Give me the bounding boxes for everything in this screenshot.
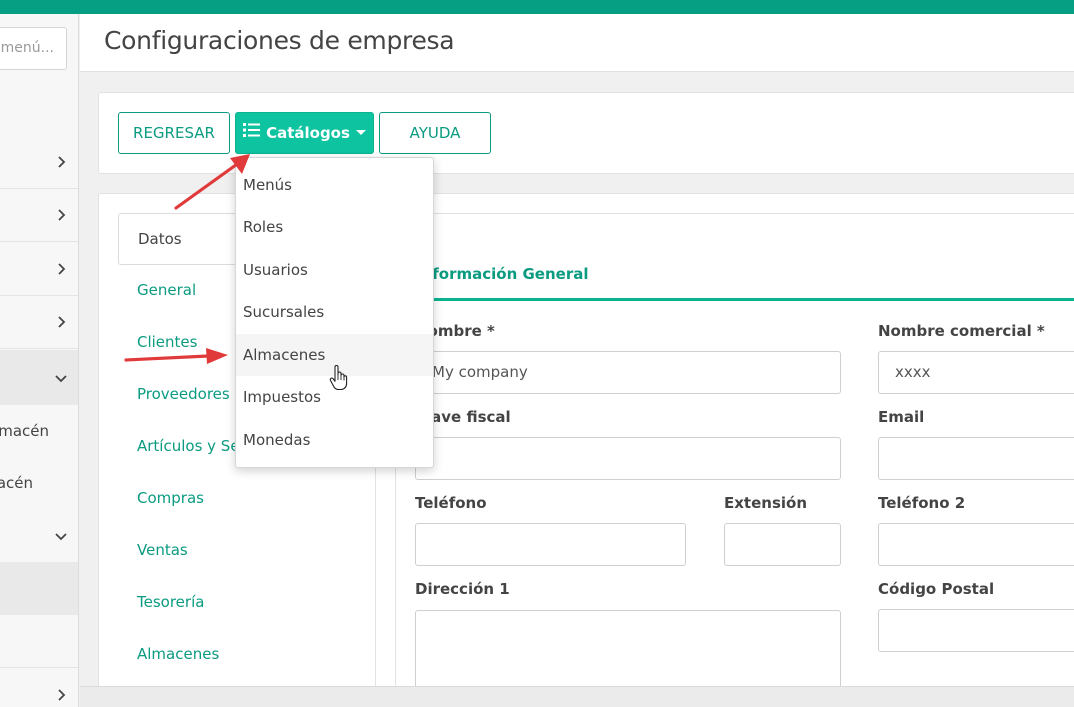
telefono-label: Teléfono [415,494,487,512]
sidebar-subitem-1[interactable]: macén [0,405,78,457]
sidebar-item-7[interactable] [0,668,78,707]
tab-articulos[interactable]: Artículos y Se [137,437,240,455]
direccion1-label: Dirección 1 [415,580,510,598]
extension-label: Extensión [724,494,807,512]
sidebar-item-6[interactable] [0,615,78,668]
tab-compras[interactable]: Compras [137,489,204,507]
bottom-bar [80,686,1074,707]
page-title: Configuraciones de empresa [104,26,455,55]
sidebar-item-selected[interactable] [0,562,78,615]
sidebar-item-1[interactable] [0,136,78,189]
caret-down-icon [355,130,366,135]
tab-ventas[interactable]: Ventas [137,541,188,559]
list-icon [243,112,261,152]
codigo-postal-label: Código Postal [878,580,995,598]
chevron-right-icon [55,316,67,328]
sidebar-item-expanded[interactable] [0,350,78,405]
nombre-comercial-label: Nombre comercial * [878,322,1045,340]
email-label: Email [878,408,925,426]
sidebar-item-5[interactable] [0,509,78,562]
sidebar-item-3[interactable] [0,243,78,296]
section-title: Información General [416,265,589,283]
tab-almacenes[interactable]: Almacenes [137,645,219,663]
nombre-input[interactable]: My company [415,351,841,394]
top-accent-bar [0,0,1074,14]
dropdown-item-usuarios[interactable]: Usuarios [236,249,433,291]
chevron-down-icon [55,530,67,542]
dropdown-item-roles[interactable]: Roles [236,206,433,248]
chevron-down-icon [55,372,67,384]
chevron-right-icon [55,156,67,168]
tab-general[interactable]: General [137,281,196,299]
sidebar-item-4[interactable] [0,296,78,349]
email-input[interactable] [878,437,1074,480]
dropdown-item-sucursales[interactable]: Sucursales [236,291,433,333]
help-button[interactable]: AYUDA [379,112,491,154]
telefono2-label: Teléfono 2 [878,494,966,512]
catalogs-dropdown-button[interactable]: Catálogos [235,112,374,154]
dropdown-item-monedas[interactable]: Monedas [236,419,433,461]
chevron-right-icon [55,263,67,275]
codigo-postal-input[interactable] [878,609,1074,652]
extension-input[interactable] [724,523,841,566]
telefono2-input[interactable] [878,523,1074,566]
tab-proveedores[interactable]: Proveedores [137,385,230,403]
tab-tesoreria[interactable]: Tesorería [137,593,204,611]
hand-cursor-icon [329,365,348,391]
info-section-header: Información General [396,253,1074,301]
tab-clientes[interactable]: Clientes [137,333,197,351]
page-header: Configuraciones de empresa [80,14,1074,72]
back-button[interactable]: REGRESAR [118,112,230,154]
sidebar: menú... macén acén [0,14,79,707]
chevron-right-icon [55,209,67,221]
sidebar-item-2[interactable] [0,189,78,242]
nombre-comercial-input[interactable]: xxxx [878,351,1074,394]
catalogs-label: Catálogos [266,124,350,142]
clave-fiscal-input[interactable] [415,437,841,480]
catalogs-dropdown-menu: Menús Roles Usuarios Sucursales Almacene… [235,157,434,468]
sidebar-subitem-2[interactable]: acén [0,457,78,509]
dropdown-item-menus[interactable]: Menús [236,164,433,206]
sidebar-search-input[interactable]: menú... [0,27,67,70]
telefono-input[interactable] [415,523,686,566]
chevron-right-icon [55,688,67,701]
